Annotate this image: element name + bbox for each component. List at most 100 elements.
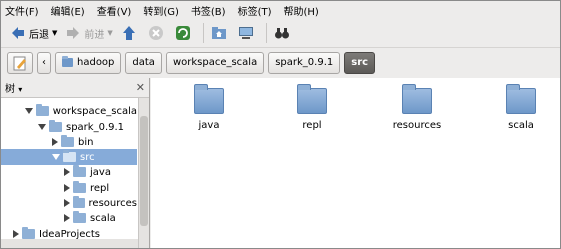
sidebar-vertical-scrollbar[interactable] bbox=[138, 98, 149, 248]
tree-item-label: IdeaProjects bbox=[39, 228, 101, 240]
tree-item-label: scala bbox=[90, 212, 116, 224]
home-button[interactable] bbox=[208, 22, 233, 44]
back-arrow-icon bbox=[10, 25, 26, 41]
toolbar-separator bbox=[202, 23, 204, 43]
stop-button[interactable] bbox=[145, 22, 170, 44]
edit-location-button[interactable] bbox=[7, 51, 33, 74]
tree-item-scala[interactable]: scala bbox=[1, 210, 137, 226]
expander-right-icon[interactable] bbox=[64, 184, 70, 192]
expander-right-icon[interactable] bbox=[52, 138, 58, 146]
up-arrow-icon bbox=[121, 25, 137, 41]
tree-item-label: repl bbox=[90, 182, 110, 194]
tree-item-label: java bbox=[90, 166, 111, 178]
folder-icon bbox=[297, 84, 327, 114]
menu-tabs[interactable]: 标签(T) bbox=[238, 3, 272, 18]
scrollbar-thumb[interactable] bbox=[140, 116, 148, 226]
tree-item-label: src bbox=[80, 151, 95, 163]
folder-tree: workspace_scala spark_0.9.1 bin src java… bbox=[1, 98, 149, 248]
folder-icon bbox=[73, 211, 86, 223]
folder-icon bbox=[49, 120, 62, 132]
tree-item-label: bin bbox=[78, 136, 94, 148]
forward-button[interactable]: 前进 ▼ bbox=[62, 22, 115, 44]
forward-arrow-icon bbox=[65, 25, 81, 41]
file-view: java repl resources scala bbox=[151, 78, 560, 248]
reload-icon bbox=[175, 25, 191, 41]
edit-pencil-icon bbox=[12, 55, 28, 71]
crumb-spark[interactable]: spark_0.9.1 bbox=[268, 51, 341, 74]
chevron-down-icon: ▾ bbox=[18, 85, 23, 94]
folder-icon bbox=[73, 165, 86, 177]
path-scroll-left-button[interactable]: ‹ bbox=[37, 51, 51, 74]
tree-item-workspace-scala[interactable]: workspace_scala bbox=[1, 103, 137, 119]
file-name: repl bbox=[302, 120, 322, 131]
menu-edit[interactable]: 编辑(E) bbox=[51, 3, 85, 18]
file-name: java bbox=[198, 120, 220, 131]
menu-file[interactable]: 文件(F) bbox=[5, 3, 39, 18]
chevron-left-icon: ‹ bbox=[42, 57, 46, 68]
tree-item-spark[interactable]: spark_0.9.1 bbox=[1, 119, 137, 135]
tree-item-resources[interactable]: resources bbox=[1, 195, 137, 211]
search-button[interactable] bbox=[271, 22, 296, 44]
sidebar-header: 树 ▾ ✕ bbox=[1, 78, 149, 98]
folder-icon bbox=[36, 104, 49, 116]
crumb-label: workspace_scala bbox=[172, 57, 258, 68]
back-label: 后退 bbox=[29, 29, 49, 41]
expander-right-icon[interactable] bbox=[64, 214, 70, 222]
tree-item-bin[interactable]: bin bbox=[1, 134, 137, 150]
menu-help[interactable]: 帮助(H) bbox=[284, 3, 319, 18]
menu-go[interactable]: 转到(G) bbox=[143, 3, 179, 18]
file-item-repl[interactable]: repl bbox=[272, 84, 352, 131]
tree-item-repl[interactable]: repl bbox=[1, 180, 137, 196]
computer-icon bbox=[238, 25, 254, 41]
folder-icon bbox=[194, 84, 224, 114]
reload-button[interactable] bbox=[172, 22, 197, 44]
menu-bar: 文件(F) 编辑(E) 查看(V) 转到(G) 书签(B) 标签(T) 帮助(H… bbox=[1, 1, 560, 19]
tree-item-java[interactable]: java bbox=[1, 164, 137, 180]
tree-item-label: spark_0.9.1 bbox=[66, 121, 125, 133]
home-folder-icon bbox=[62, 56, 73, 67]
back-button[interactable]: 后退 ▼ bbox=[7, 22, 60, 44]
forward-label: 前进 bbox=[84, 29, 105, 41]
crumb-hadoop[interactable]: hadoop bbox=[55, 51, 122, 74]
folder-icon bbox=[22, 227, 35, 239]
folder-icon bbox=[61, 135, 74, 147]
tree-item-src[interactable]: src bbox=[1, 149, 137, 165]
computer-button[interactable] bbox=[235, 22, 260, 44]
home-folder-icon bbox=[211, 25, 227, 41]
folder-icon bbox=[73, 196, 85, 208]
crumb-data[interactable]: data bbox=[125, 51, 162, 74]
expander-down-icon[interactable] bbox=[38, 124, 46, 130]
back-dropdown-icon[interactable]: ▼ bbox=[52, 29, 57, 37]
crumb-label: spark_0.9.1 bbox=[275, 57, 334, 68]
close-icon[interactable]: ✕ bbox=[136, 81, 145, 94]
toolbar: 后退 ▼ 前进 ▼ bbox=[1, 20, 560, 46]
file-item-java[interactable]: java bbox=[169, 84, 249, 131]
stop-icon bbox=[148, 25, 164, 41]
file-manager-window: 文件(F) 编辑(E) 查看(V) 转到(G) 书签(B) 标签(T) 帮助(H… bbox=[0, 0, 561, 249]
location-bar: ‹ hadoop data workspace_scala spark_0.9.… bbox=[1, 47, 560, 77]
up-button[interactable] bbox=[118, 22, 143, 44]
menu-view[interactable]: 查看(V) bbox=[97, 3, 132, 18]
expander-right-icon[interactable] bbox=[64, 168, 70, 176]
expander-right-icon[interactable] bbox=[64, 199, 70, 207]
file-name: scala bbox=[508, 120, 534, 131]
file-item-scala[interactable]: scala bbox=[481, 84, 561, 131]
file-name: resources bbox=[392, 120, 442, 131]
sidebar-title: 树 bbox=[5, 84, 15, 95]
toolbar-separator bbox=[265, 23, 267, 43]
folder-icon bbox=[63, 150, 76, 162]
crumb-src[interactable]: src bbox=[344, 51, 376, 74]
expander-right-icon[interactable] bbox=[13, 230, 19, 238]
sidebar-horizontal-scrollbar[interactable] bbox=[1, 239, 138, 248]
menu-bookmarks[interactable]: 书签(B) bbox=[191, 3, 226, 18]
sidebar-view-selector[interactable]: 树 ▾ bbox=[5, 80, 22, 95]
file-item-resources[interactable]: resources bbox=[377, 84, 457, 131]
forward-dropdown-icon[interactable]: ▼ bbox=[107, 29, 112, 37]
tree-item-label: workspace_scala bbox=[52, 105, 137, 117]
expander-down-icon[interactable] bbox=[25, 108, 33, 114]
expander-down-icon[interactable] bbox=[52, 154, 60, 160]
folder-icon bbox=[506, 84, 536, 114]
crumb-workspace-scala[interactable]: workspace_scala bbox=[165, 51, 265, 74]
binoculars-icon bbox=[274, 25, 290, 41]
tree-item-label: resources bbox=[88, 197, 137, 209]
